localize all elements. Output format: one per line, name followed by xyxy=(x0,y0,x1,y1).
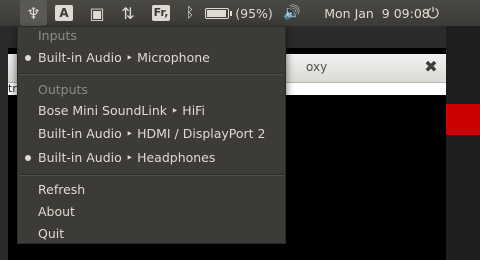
background-desktop xyxy=(446,26,480,260)
keyboard-layout-icon[interactable]: A xyxy=(53,0,75,26)
menu-item-output-bose[interactable]: Bose Mini SoundLink ‣ HiFi xyxy=(18,100,285,122)
top-panel: ♆ A ▣ ⇅ Fr, ᛒ (95%) 🔊 Mon Jan 9 09:08 ⏻ xyxy=(0,0,480,26)
outputs-header-label: Outputs xyxy=(38,82,88,97)
network-transfer-icon[interactable]: ⇅ xyxy=(117,0,139,26)
inputs-header-label: Inputs xyxy=(38,28,77,43)
audio-indicator-icon[interactable]: ♆ xyxy=(20,0,47,26)
outputs-header: Outputs xyxy=(18,79,285,101)
input-method-glyph: Fr, xyxy=(151,5,171,21)
menu-item-label: Built-in Audio ‣ Microphone xyxy=(38,50,210,65)
virtual-machine-icon[interactable]: ▣ xyxy=(84,0,110,26)
bluetooth-icon[interactable]: ᛒ xyxy=(181,0,199,26)
network-transfer-glyph: ⇅ xyxy=(121,3,135,23)
bluetooth-glyph: ᛒ xyxy=(185,5,195,21)
menu-item-refresh[interactable]: Refresh xyxy=(18,179,285,201)
menu-item-label: Refresh xyxy=(38,182,86,197)
menu-item-label: About xyxy=(38,204,75,219)
menu-item-input-microphone[interactable]: Built-in Audio ‣ Microphone xyxy=(18,47,285,69)
clock-text: Mon Jan 9 09:08 xyxy=(324,5,430,21)
audio-indicator-glyph: ♆ xyxy=(26,3,41,23)
virtual-machine-glyph: ▣ xyxy=(89,3,105,23)
background-window-title: oxy xyxy=(306,60,328,74)
menu-separator xyxy=(19,73,284,75)
power-glyph: ⏻ xyxy=(427,4,439,22)
sound-device-menu: Inputs Built-in Audio ‣ Microphone Outpu… xyxy=(17,26,286,244)
menu-item-label: Quit xyxy=(38,226,65,241)
input-method-icon[interactable]: Fr, xyxy=(148,0,174,26)
selected-indicator-icon xyxy=(25,55,31,61)
menu-item-about[interactable]: About xyxy=(18,201,285,223)
battery-indicator[interactable]: (95%) xyxy=(205,0,273,26)
menu-item-label: Built-in Audio ‣ Headphones xyxy=(38,150,216,165)
menu-item-label: Built-in Audio ‣ HDMI / DisplayPort 2 xyxy=(38,126,266,141)
menu-item-output-headphones[interactable]: Built-in Audio ‣ Headphones xyxy=(18,147,285,169)
background-red-bar xyxy=(446,104,480,135)
menu-item-label: Bose Mini SoundLink ‣ HiFi xyxy=(38,103,205,118)
close-icon[interactable]: ✖ xyxy=(421,57,441,77)
menu-separator xyxy=(19,174,284,176)
volume-glyph: 🔊 xyxy=(283,5,301,21)
volume-icon[interactable]: 🔊 xyxy=(280,0,304,26)
keyboard-layout-glyph: A xyxy=(55,5,73,21)
selected-indicator-icon xyxy=(25,155,31,161)
battery-icon xyxy=(205,7,233,19)
power-icon[interactable]: ⏻ xyxy=(420,0,446,26)
inputs-header: Inputs xyxy=(18,25,285,47)
menu-item-output-hdmi[interactable]: Built-in Audio ‣ HDMI / DisplayPort 2 xyxy=(18,123,285,145)
menu-item-quit[interactable]: Quit xyxy=(18,223,285,245)
battery-percentage: (95%) xyxy=(235,5,273,21)
